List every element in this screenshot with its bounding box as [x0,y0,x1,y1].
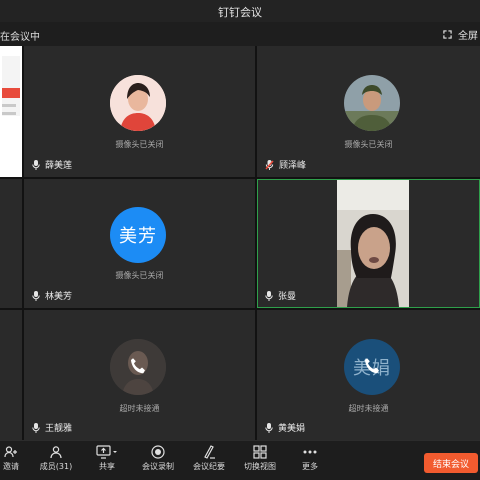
call-status: 超时未接通 [348,404,389,413]
minutes-icon [204,445,215,459]
shared-screen-content [2,56,20,116]
muted-microphone-icon [265,159,274,170]
share-button[interactable]: 共享 [90,445,124,479]
invite-button[interactable]: 邀请 [0,445,22,479]
meeting-status: 在会议中 [0,32,40,43]
microphone-icon [265,422,273,433]
switch-view-label: 切换视图 [244,462,276,471]
call-status: 超时未接通 [119,404,160,413]
avatar: 美芳 [110,207,166,263]
participant-name-row: 林美芳 [32,289,72,302]
video-grid: 摄像头已关闭 薛美莲 美芳 摄像头已关闭 林美芳 超时未接通 王靓雅 摄像头已关… [0,46,480,440]
microphone-icon [32,422,40,433]
fullscreen-label: 全屏 [458,30,478,42]
members-button[interactable]: 成员(31) [34,445,78,479]
more-button[interactable]: 更多 [296,445,324,479]
record-label: 会议录制 [142,462,174,471]
invite-label: 邀请 [3,462,19,471]
microphone-icon [32,159,40,170]
camera-status: 摄像头已关闭 [115,271,164,280]
participant-name-row: 薛美莲 [32,158,72,171]
microphone-icon [265,290,273,301]
fullscreen-button[interactable]: 全屏 [443,26,478,42]
phone-icon [344,339,400,395]
participant-tile[interactable] [0,179,22,308]
end-meeting-button[interactable]: 结束会议 [424,453,478,473]
shared-screen-tile[interactable] [0,46,22,177]
share-label: 共享 [99,462,115,471]
participant-name: 张曼 [278,292,297,302]
members-icon [50,446,62,459]
participant-name: 黄美娟 [278,424,306,434]
meeting-header: 在会议中 全屏 [0,22,480,46]
avatar [344,75,400,131]
switch-view-button[interactable]: 切换视图 [239,445,281,479]
avatar [110,75,166,131]
shared-screen-content [2,112,16,115]
members-label: 成员(31) [39,462,73,471]
camera-video [337,180,409,307]
participant-tile[interactable]: 超时未接通 王靓雅 [24,310,255,440]
camera-status: 摄像头已关闭 [344,140,393,149]
microphone-icon [32,290,40,301]
participant-tile[interactable]: 美娟 超时未接通 黄美娟 [257,310,480,440]
title-bar: 钉钉会议 [0,0,480,22]
participant-name: 顾泽峰 [279,161,307,171]
expand-icon [443,29,452,39]
participant-tile[interactable]: 美芳 摄像头已关闭 林美芳 [24,179,255,308]
participant-name: 薛美莲 [45,161,73,171]
shared-screen-highlight [2,88,20,98]
shared-screen-content [2,104,16,107]
more-icon [303,450,317,454]
record-icon [151,445,165,459]
participant-tile[interactable] [0,310,22,440]
participant-name-row: 王靓雅 [32,421,72,434]
invite-icon [4,446,17,458]
participant-name: 王靓雅 [45,424,73,434]
more-label: 更多 [302,462,318,471]
share-screen-icon [96,445,117,459]
minutes-button[interactable]: 会议纪要 [188,445,230,479]
meeting-toolbar: 邀请 成员(31) 共享 会议录制 会议纪要 切换视图 更多 结束会议 [0,440,480,480]
participant-tile[interactable]: 摄像头已关闭 薛美莲 [24,46,255,177]
participant-name-row: 顾泽峰 [265,158,306,171]
camera-status: 摄像头已关闭 [115,140,164,149]
record-button[interactable]: 会议录制 [137,445,179,479]
participant-name-row: 黄美娟 [265,421,305,434]
participant-tile[interactable]: 摄像头已关闭 顾泽峰 [257,46,480,177]
phone-icon [110,339,166,395]
window-title: 钉钉会议 [218,6,262,19]
participant-name-row: 张曼 [265,289,296,302]
participant-name: 林美芳 [45,292,73,302]
grid-view-icon [253,445,267,459]
minutes-label: 会议纪要 [193,462,225,471]
participant-tile-active-speaker[interactable]: 张曼 [257,179,480,308]
